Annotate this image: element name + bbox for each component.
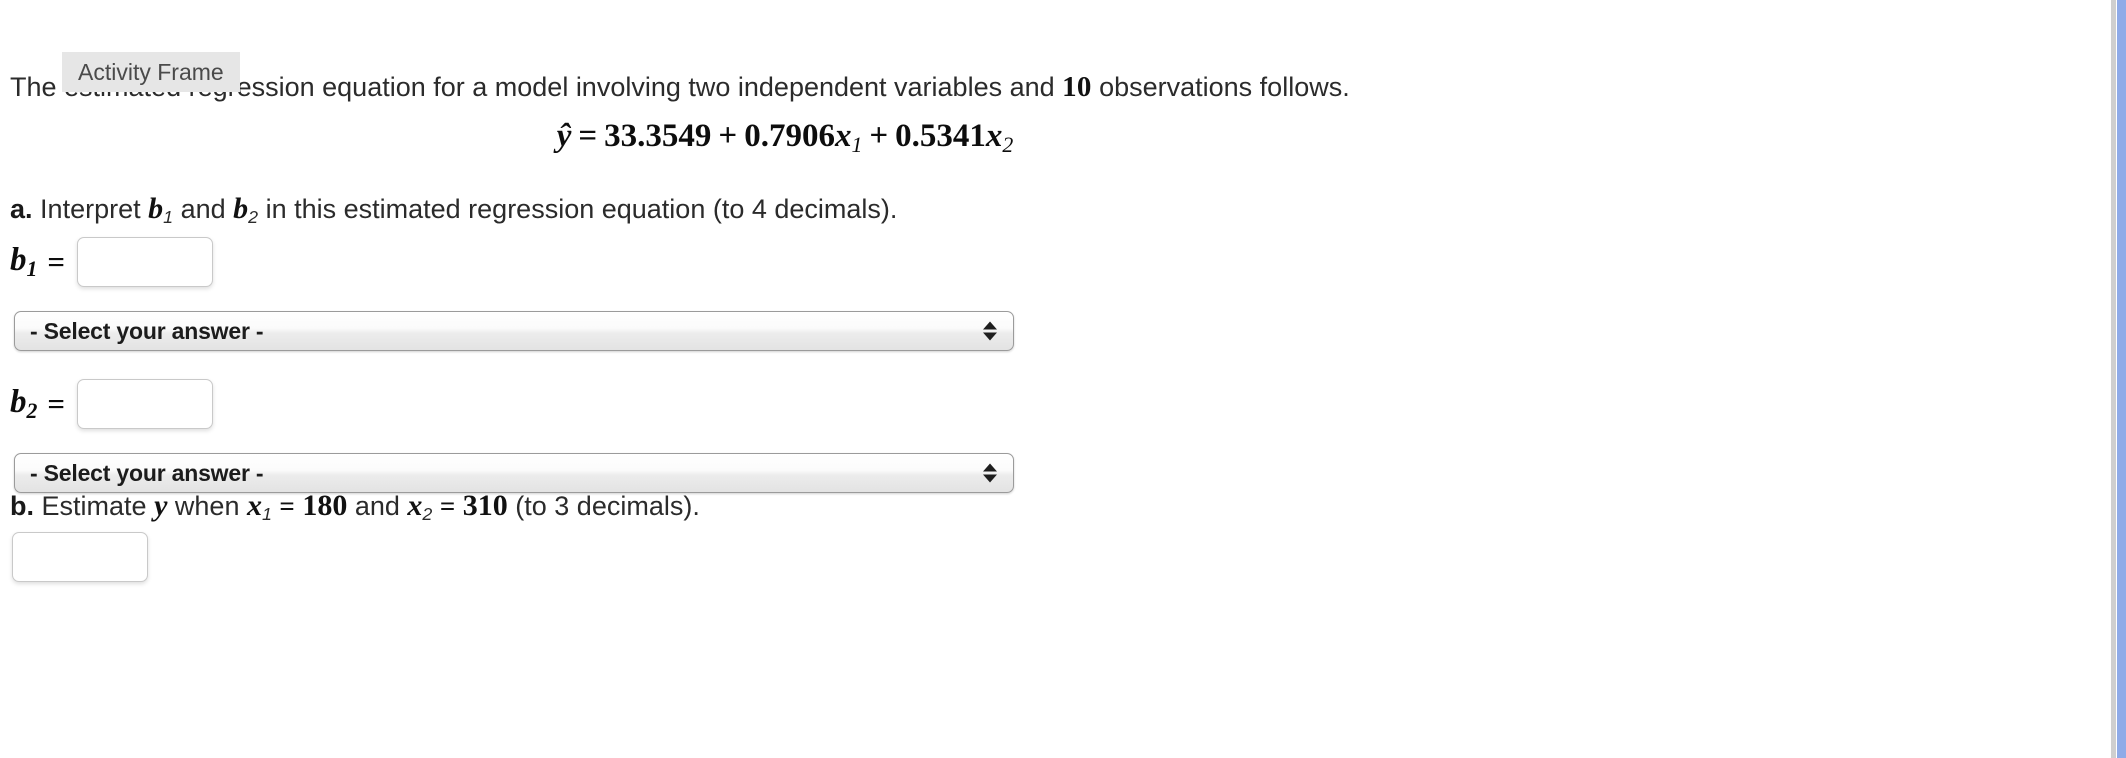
part-b-variable-x1-subscript: 1 [261,503,272,524]
b1-input[interactable] [77,237,214,287]
b1-select-selected-label: - Select your answer - [30,317,264,344]
part-b-value-x1: 180 [302,489,348,522]
equation-variable-1-subscript: 1 [851,133,863,158]
b2-interpretation-select-wrapper[interactable]: - Select your answer - [14,453,1014,493]
page-root: The estimated regression equation for a … [0,0,2126,758]
part-b-text-3: and [354,491,400,521]
select-stepper-arrows-icon[interactable] [983,321,997,341]
part-a-prompt: a. Interpret b1 and b2 in this estimated… [10,192,897,234]
chevron-down-icon [983,474,997,483]
b2-select-selected-label: - Select your answer - [30,459,264,486]
chevron-up-icon [983,321,997,330]
part-b-variable-y: y [154,489,168,522]
part-a-text-2: and [180,194,226,224]
part-b-equals-1: = [279,491,295,521]
b1-interpretation-select-wrapper[interactable]: - Select your answer - [14,311,1014,351]
b2-interpretation-select[interactable]: - Select your answer - [14,453,1014,493]
part-a-variable-b1: b [148,192,164,225]
part-b-answer-input[interactable] [12,532,148,582]
part-b-value-x2: 310 [462,489,508,522]
equation-coefficient-2: 0.5341 [895,118,986,154]
b1-answer-row: b1 = [10,237,214,287]
b2-label: b2 [10,383,38,424]
equation-variable-2: x [985,118,1003,154]
equation-equals: = [578,118,598,154]
select-stepper-arrows-icon[interactable] [983,463,997,483]
part-a-variable-b2: b [233,192,249,225]
part-a-variable-b1-subscript: 1 [163,206,174,227]
activity-frame-tooltip: Activity Frame [62,52,240,92]
equation-intercept: 33.3549 [604,118,712,154]
observation-count: 10 [1062,71,1092,103]
part-b-variable-x2-subscript: 2 [422,503,433,524]
chevron-down-icon [983,332,997,341]
equation-operator-2: + [869,118,889,154]
chevron-up-icon [983,463,997,472]
equation-operator-1: + [718,118,738,154]
part-b-variable-x2: x [407,489,423,522]
activity-content-area: The estimated regression equation for a … [0,0,2108,758]
part-a-text-3: in this estimated regression equation (t… [265,194,898,224]
window-right-divider [2111,0,2116,758]
activity-frame-label: Activity Frame [78,58,224,85]
b2-input[interactable] [77,379,214,429]
equation-variable-2-subscript: 2 [1002,133,1014,158]
part-b-answer-row [12,532,148,582]
part-a-variable-b2-subscript: 2 [248,206,259,227]
b2-equals-sign: = [47,386,66,421]
equation-variable-1: x [834,118,852,154]
equation-lhs: ŷ [556,118,572,154]
part-b-text-4: (to 3 decimals). [515,491,700,521]
part-a-label: a. [10,194,33,224]
part-b-text-2: when [174,491,240,521]
b1-label: b1 [10,241,38,282]
b1-equals-sign: = [47,244,66,279]
part-a-text-1: Interpret [40,194,141,224]
regression-equation: ŷ = 33.3549 +0.7906x1 +0.5341x2 [0,118,1570,158]
b1-interpretation-select[interactable]: - Select your answer - [14,311,1014,351]
b2-answer-row: b2 = [10,379,214,429]
part-b-variable-x1: x [246,489,262,522]
part-b-label: b. [10,491,34,521]
part-b-prompt: b. Estimate y when x1 = 180 and x2 = 310… [10,489,700,531]
statement-suffix: observations follows. [1099,72,1350,102]
part-b-text-1: Estimate [41,491,147,521]
part-b-equals-2: = [439,491,456,521]
window-right-accent-band [2117,0,2126,758]
equation-coefficient-1: 0.7906 [744,118,835,154]
